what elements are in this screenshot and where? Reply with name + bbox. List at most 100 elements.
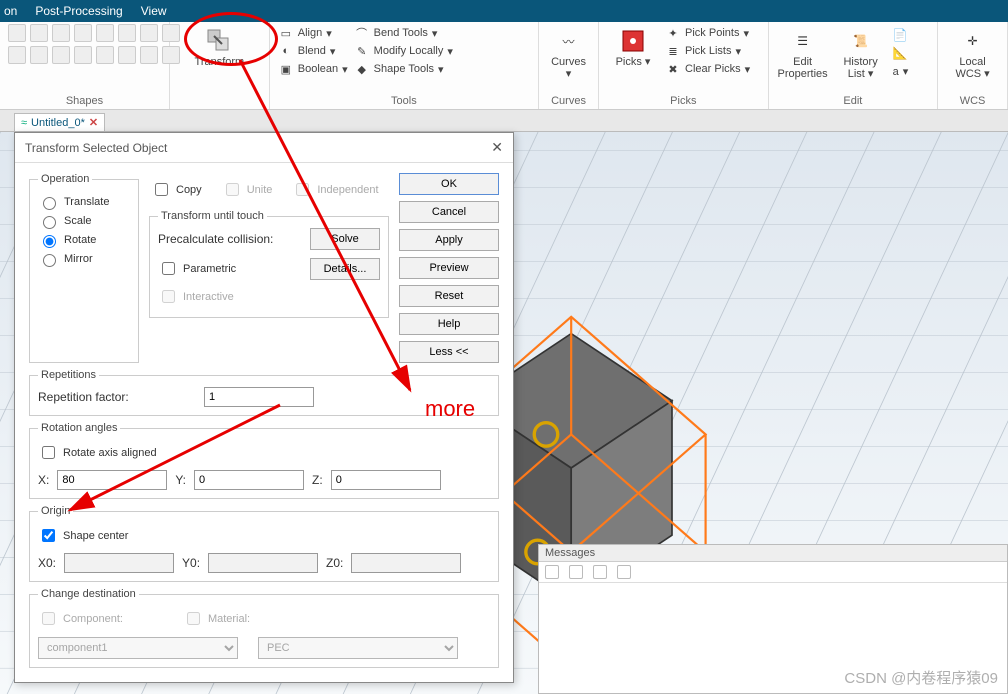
blend-button[interactable]: ◐Blend▾ (278, 42, 348, 60)
clearpicks-button[interactable]: ✖Clear Picks▾ (665, 60, 750, 78)
less-button[interactable]: Less << (399, 341, 499, 363)
curves-button[interactable]: 〰 Curves ▾ (547, 24, 590, 82)
group-label: WCS (946, 93, 999, 107)
component-select: component1 (38, 637, 238, 659)
chevron-down-icon: ▾ (642, 56, 651, 68)
chevron-down-icon: ▾ (326, 27, 332, 40)
help-button[interactable]: Help (399, 313, 499, 335)
star-icon: ✦ (665, 25, 681, 41)
material-select: PEC (258, 637, 458, 659)
messages-toolbar (539, 562, 1007, 583)
bendtools-button[interactable]: ⌒Bend Tools▾ (354, 24, 453, 42)
msg-filter-icon[interactable] (569, 565, 583, 579)
shape-center-checkbox[interactable]: Shape center (38, 526, 490, 545)
history-list-button[interactable]: 📜 History List ▾ (835, 24, 887, 82)
list-icon: ≣ (665, 43, 681, 59)
touch-group: Transform until touch Precalculate colli… (149, 210, 389, 318)
tab-title: Untitled_0* (31, 117, 85, 129)
shapes-gallery[interactable] (8, 24, 180, 64)
interactive-checkbox: Interactive (158, 287, 380, 306)
picklists-button[interactable]: ≣Pick Lists▾ (665, 42, 750, 60)
shapetools-button[interactable]: ◆Shape Tools▾ (354, 60, 453, 78)
chevron-down-icon: ▾ (447, 45, 453, 58)
rotate-axis-aligned-checkbox[interactable]: Rotate axis aligned (38, 443, 490, 462)
dialog-title: Transform Selected Object (25, 141, 167, 155)
copy-checkbox[interactable]: Copy (151, 180, 202, 199)
msg-filter-icon[interactable] (617, 565, 631, 579)
close-icon[interactable]: ✕ (491, 139, 503, 156)
angle-y-input[interactable] (194, 470, 304, 490)
transform-button[interactable]: Transform (193, 24, 245, 70)
mirror-radio[interactable]: Mirror (38, 251, 130, 267)
local-wcs-button[interactable]: ✛ Local WCS ▾ (947, 24, 999, 82)
origin-x0-input (64, 553, 174, 573)
edit-properties-button[interactable]: ☰ Edit Properties (777, 24, 829, 82)
chevron-down-icon: ▾ (981, 68, 990, 80)
edit-small-icon[interactable]: 📐 (893, 46, 909, 60)
history-icon: 📜 (846, 26, 876, 56)
align-button[interactable]: ▭Align▾ (278, 24, 348, 42)
chevron-down-icon: ▾ (745, 63, 751, 76)
msg-filter-icon[interactable] (545, 565, 559, 579)
chevron-down-icon: ▾ (432, 27, 438, 40)
group-label: Curves (547, 93, 590, 107)
chevron-down-icon: ▾ (865, 68, 874, 80)
menu-item[interactable]: on (4, 4, 17, 18)
chevron-down-icon: ▾ (330, 45, 336, 58)
material-checkbox: Material: (183, 609, 250, 628)
bend-icon: ⌒ (354, 25, 370, 41)
boolean-button[interactable]: ▣Boolean▾ (278, 60, 348, 78)
preview-button[interactable]: Preview (399, 257, 499, 279)
angle-x-input[interactable] (57, 470, 167, 490)
wcs-icon: ✛ (958, 26, 988, 56)
group-label: Picks (607, 93, 760, 107)
scale-radio[interactable]: Scale (38, 213, 130, 229)
properties-icon: ☰ (788, 26, 818, 56)
cancel-button[interactable]: Cancel (399, 201, 499, 223)
modifylocal-button[interactable]: ✎Modify Locally▾ (354, 42, 453, 60)
edit-small-dropdown[interactable]: a▾ (893, 64, 909, 79)
chevron-down-icon: ▾ (342, 63, 348, 76)
modify-icon: ✎ (354, 43, 370, 59)
chevron-down-icon: ▾ (438, 63, 444, 76)
picks-icon (618, 26, 648, 56)
solve-button[interactable]: Solve (310, 228, 380, 250)
rep-factor-label: Repetition factor: (38, 390, 198, 404)
origin-z0-input (351, 553, 461, 573)
component-checkbox: Component: (38, 609, 123, 628)
messages-title: Messages (539, 545, 1007, 562)
reset-button[interactable]: Reset (399, 285, 499, 307)
clear-icon: ✖ (665, 61, 681, 77)
ribbon: Shapes Transform ▭Align▾ ◐Blend▾ ▣Boolea… (0, 22, 1008, 110)
independent-checkbox: Independent (292, 180, 378, 199)
group-label: Edit (777, 93, 930, 107)
blend-icon: ◐ (278, 43, 294, 59)
origin-group: Origin Shape center X0: Y0: Z0: (29, 505, 499, 582)
pickpoints-button[interactable]: ✦Pick Points▾ (665, 24, 750, 42)
menu-item[interactable]: Post-Processing (35, 4, 122, 18)
document-tab[interactable]: ≈ Untitled_0* ✕ (14, 113, 105, 131)
document-tabbar: ≈ Untitled_0* ✕ (0, 110, 1008, 132)
transform-icon (204, 26, 234, 56)
chevron-down-icon: ▾ (903, 65, 909, 78)
msg-filter-icon[interactable] (593, 565, 607, 579)
angle-z-input[interactable] (331, 470, 441, 490)
edit-small-icon[interactable]: 📄 (893, 28, 909, 42)
picks-button[interactable]: Picks ▾ (607, 24, 659, 70)
apply-button[interactable]: Apply (399, 229, 499, 251)
curves-icon: 〰 (554, 26, 584, 56)
menubar: on Post-Processing View (0, 0, 1008, 22)
translate-radio[interactable]: Translate (38, 194, 130, 210)
close-tab-icon[interactable]: ✕ (89, 116, 98, 129)
align-icon: ▭ (278, 25, 294, 41)
messages-panel: Messages (538, 544, 1008, 694)
details-button[interactable]: Details... (310, 258, 380, 280)
rotate-radio[interactable]: Rotate (38, 232, 130, 248)
group-label: Shapes (8, 93, 161, 107)
rep-factor-input[interactable] (204, 387, 314, 407)
annotation-more: more (425, 396, 475, 422)
parametric-checkbox[interactable]: Parametric (158, 259, 236, 278)
menu-item[interactable]: View (141, 4, 167, 18)
ok-button[interactable]: OK (399, 173, 499, 195)
chevron-down-icon: ▾ (566, 68, 572, 80)
